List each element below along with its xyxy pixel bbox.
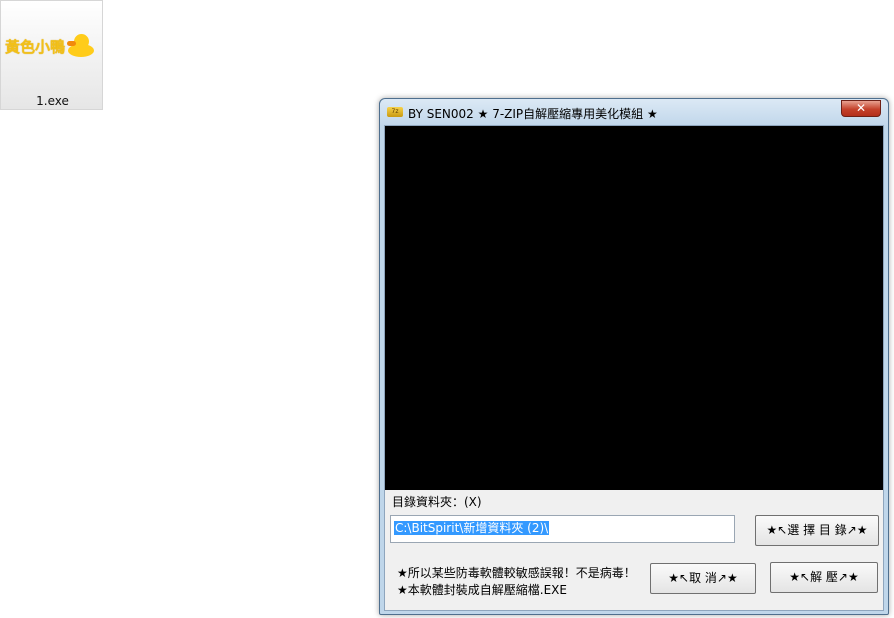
cancel-button[interactable]: ★↖取 消↗★ [650,563,756,594]
package-note: ★本軟體封裝成自解壓縮檔.EXE [397,583,567,597]
close-button[interactable]: ✕ [841,100,881,117]
file-name-label: 1.exe [36,94,69,108]
desktop-file-1exe[interactable]: 黃色小鴨 1.exe [0,0,103,110]
extract-button[interactable]: ★↖解 壓↗★ [770,562,878,593]
preview-image-area [385,126,883,490]
file-thumbnail: 黃色小鴨 [5,27,99,65]
app-icon: 7z [387,107,403,117]
antivirus-note: ★所以某些防毒軟體較敏感誤報！不是病毒！ [397,566,636,580]
browse-folder-button[interactable]: ★↖選 擇 目 錄↗★ [755,515,879,546]
destination-folder-label: 目錄資料夾：(X) [392,495,482,509]
sfx-window: 7z BY SEN002 ★ 7-ZIP自解壓縮專用美化模組 ★ ✕ 目錄資料夾… [379,98,889,615]
title-bar[interactable]: 7z BY SEN002 ★ 7-ZIP自解壓縮專用美化模組 ★ ✕ [380,99,888,125]
destination-path-value: C:\BitSpirit\新增資料夾 (2)\ [394,521,550,535]
duck-icon [67,33,95,59]
thumbnail-logo-text: 黃色小鴨 [5,37,66,56]
close-icon: ✕ [855,101,867,115]
window-title: BY SEN002 ★ 7-ZIP自解壓縮專用美化模組 ★ [408,107,658,121]
destination-path-input[interactable]: C:\BitSpirit\新增資料夾 (2)\ [390,515,735,543]
window-client-area: 目錄資料夾：(X) C:\BitSpirit\新增資料夾 (2)\ ★↖選 擇 … [384,125,884,611]
